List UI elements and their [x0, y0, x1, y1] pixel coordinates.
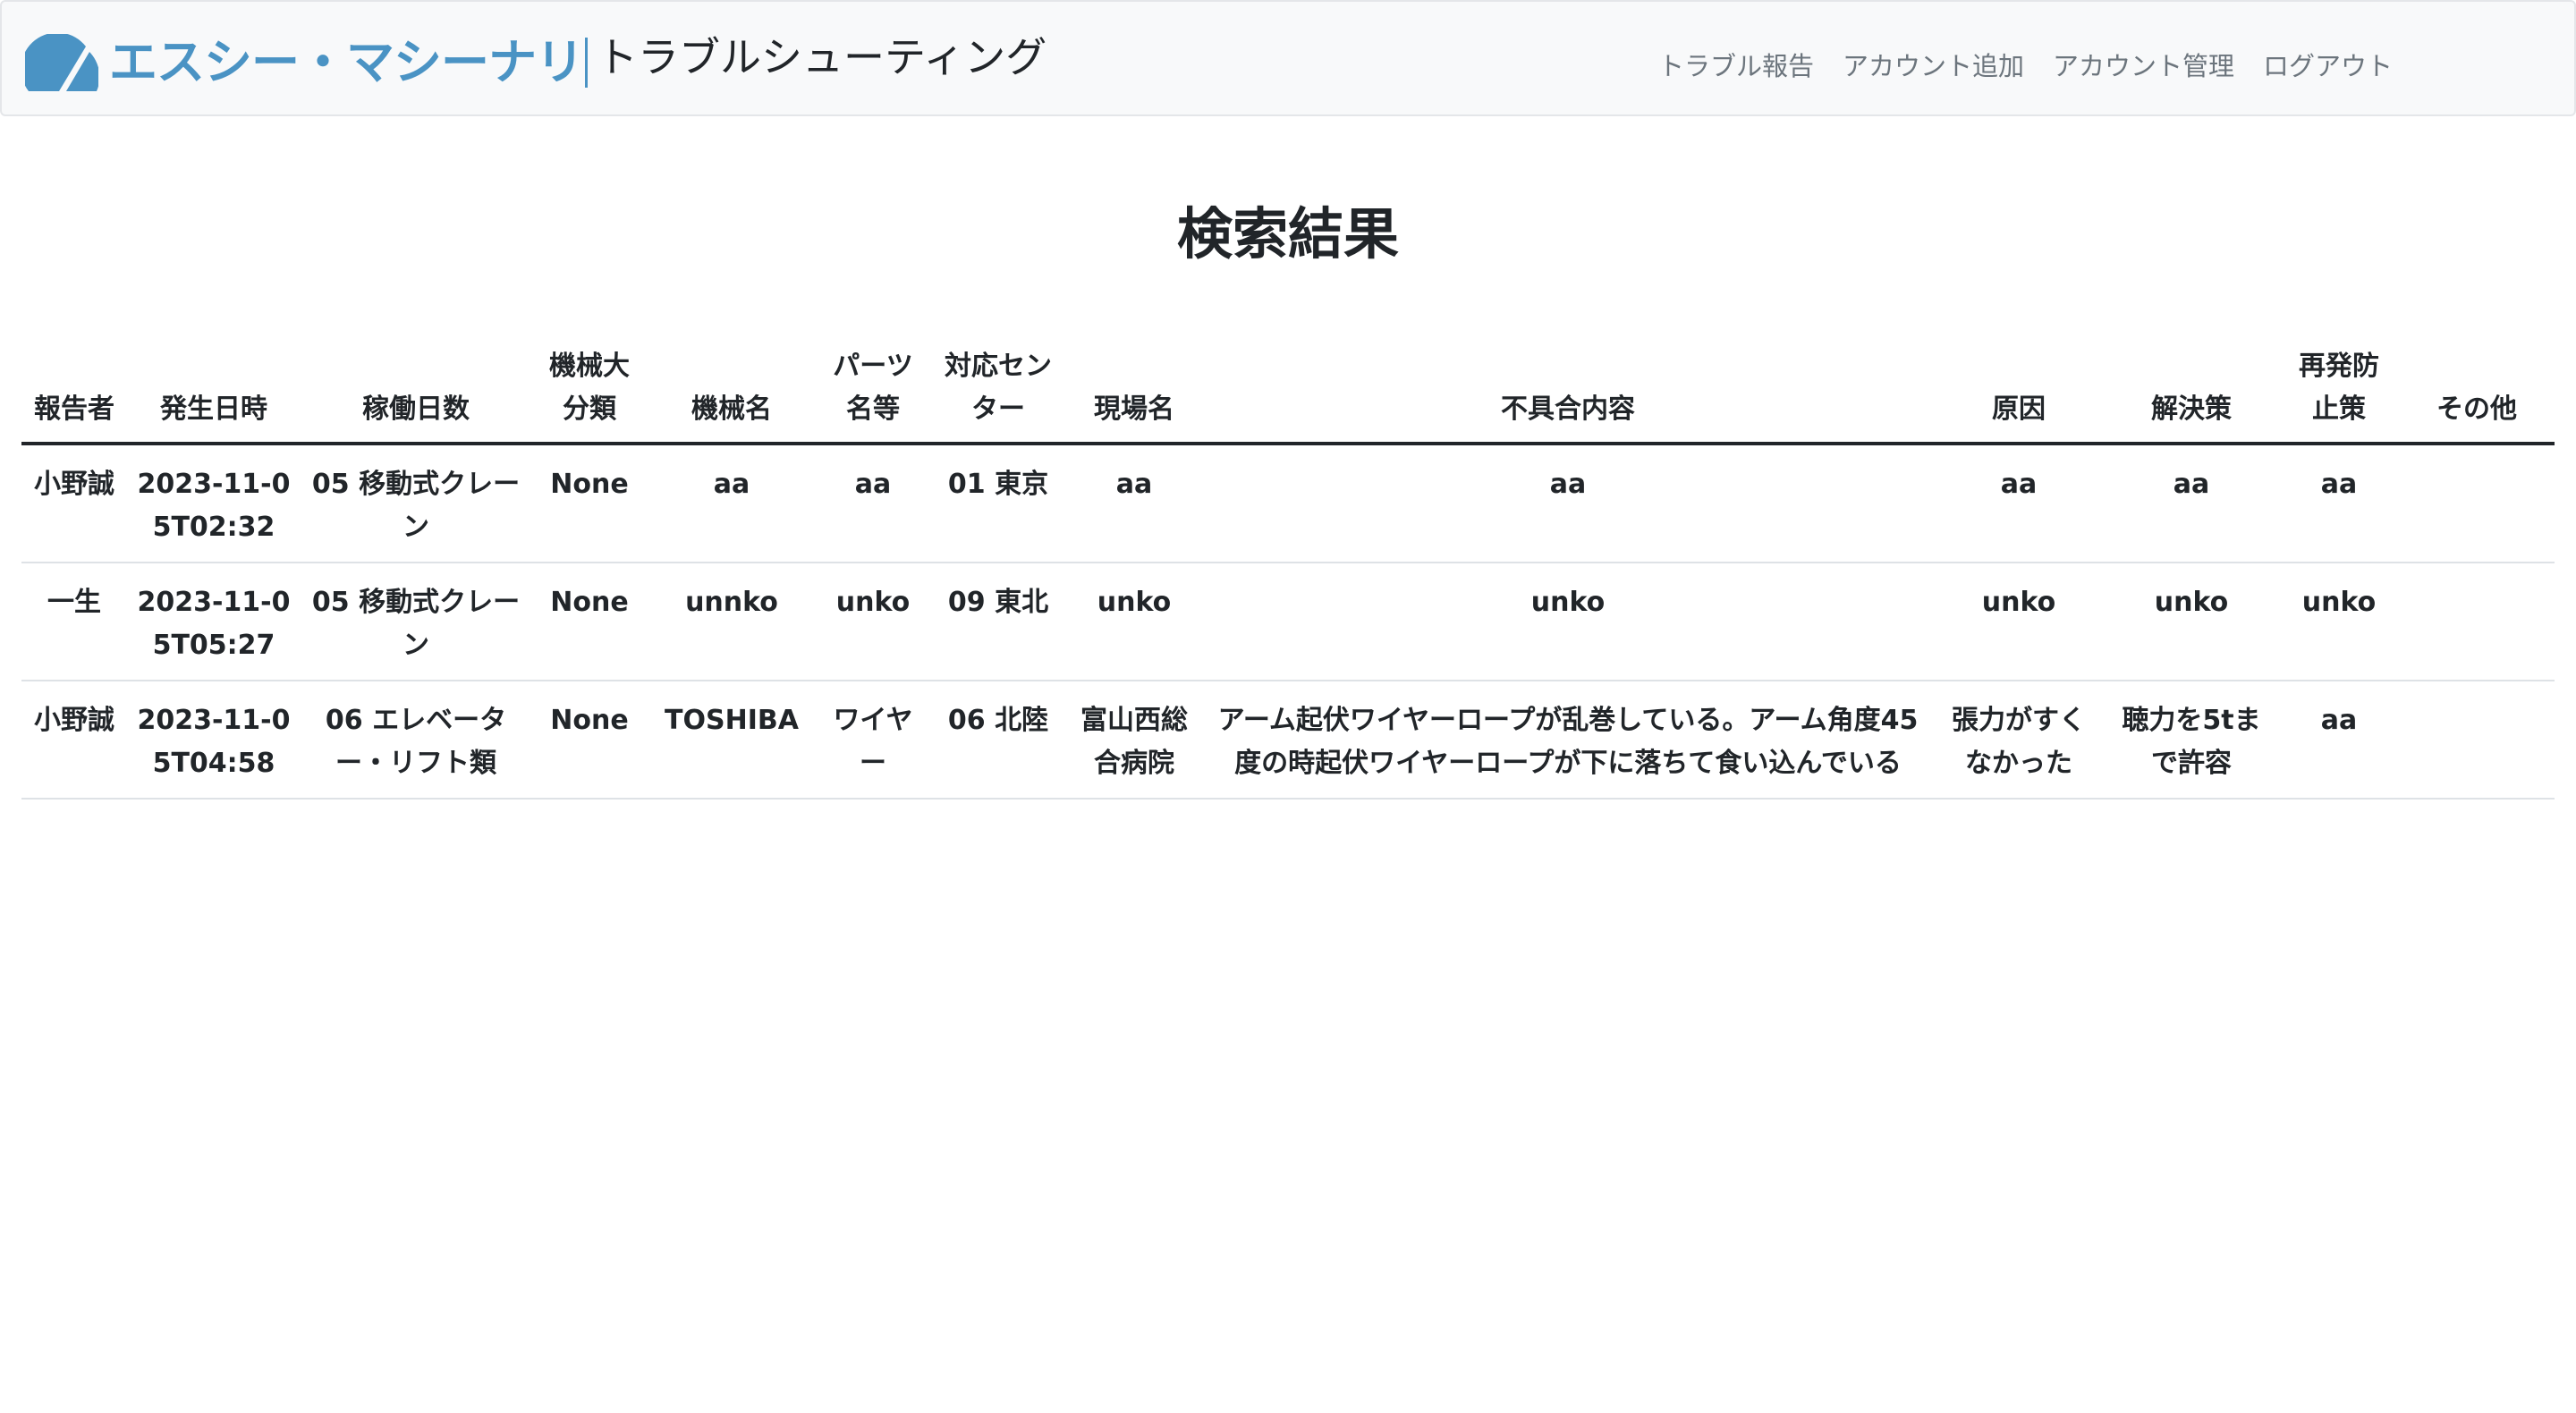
cell-reporter: 小野誠	[21, 444, 127, 563]
cell-machine-name: TOSHIBA	[648, 681, 816, 800]
cell-site-name: unko	[1066, 563, 1202, 681]
nav-links: トラブル報告 アカウント追加 アカウント管理 ログアウト	[1658, 48, 2393, 84]
brand-divider	[585, 38, 588, 88]
cell-defect-details: aa	[1202, 444, 1934, 563]
cell-operating-days: 06 エレベーター・リフト類	[301, 681, 531, 800]
cell-cause: aa	[1934, 444, 2104, 563]
cell-site-name: 富山西総合病院	[1066, 681, 1202, 800]
cell-reporter: 一生	[21, 563, 127, 681]
cell-reporter: 小野誠	[21, 681, 127, 800]
cell-site-name: aa	[1066, 444, 1202, 563]
cell-other	[2399, 563, 2555, 681]
header-operating-days: 稼働日数	[301, 338, 531, 445]
app-title: トラブルシューティング	[597, 33, 1047, 81]
cell-part-name: ワイヤー	[816, 681, 930, 800]
cell-machine-name: unnko	[648, 563, 816, 681]
table-row: 一生 2023-11-05T05:27 05 移動式クレーン None unnk…	[21, 563, 2555, 681]
cell-machine-category: None	[531, 563, 648, 681]
search-results-table: 報告者 発生日時 稼働日数 機械大分類 機械名 パーツ名等 対応センター 現場名…	[21, 338, 2555, 800]
cell-prevention: unko	[2279, 563, 2399, 681]
table-header-row: 報告者 発生日時 稼働日数 機械大分類 機械名 パーツ名等 対応センター 現場名…	[21, 338, 2555, 445]
header-reporter: 報告者	[21, 338, 127, 445]
cell-other	[2399, 444, 2555, 563]
cell-support-center: 09 東北	[930, 563, 1066, 681]
nav-link-trouble-report[interactable]: トラブル報告	[1658, 48, 1814, 84]
cell-other	[2399, 681, 2555, 800]
header-prevention: 再発防止策	[2279, 338, 2399, 445]
header-occurred-at: 発生日時	[127, 338, 301, 445]
nav-link-logout[interactable]: ログアウト	[2263, 48, 2393, 84]
cell-cause: 張力がすくなかった	[1934, 681, 2104, 800]
cell-solution: unko	[2104, 563, 2279, 681]
cell-part-name: aa	[816, 444, 930, 563]
cell-part-name: unko	[816, 563, 930, 681]
header-defect-details: 不具合内容	[1202, 338, 1934, 445]
brand-logo-icon	[25, 34, 98, 91]
cell-occurred-at: 2023-11-05T04:58	[127, 681, 301, 800]
header-solution: 解決策	[2104, 338, 2279, 445]
cell-operating-days: 05 移動式クレーン	[301, 444, 531, 563]
table-row: 小野誠 2023-11-05T04:58 06 エレベーター・リフト類 None…	[21, 681, 2555, 800]
cell-occurred-at: 2023-11-05T05:27	[127, 563, 301, 681]
cell-defect-details: unko	[1202, 563, 1934, 681]
cell-machine-category: None	[531, 444, 648, 563]
cell-occurred-at: 2023-11-05T02:32	[127, 444, 301, 563]
cell-machine-category: None	[531, 681, 648, 800]
cell-cause: unko	[1934, 563, 2104, 681]
header-machine-category: 機械大分類	[531, 338, 648, 445]
header-site-name: 現場名	[1066, 338, 1202, 445]
header-support-center: 対応センター	[930, 338, 1066, 445]
top-navbar: エスシー・マシーナリ トラブルシューティング トラブル報告 アカウント追加 アカ…	[0, 0, 2576, 116]
page-title: 検索結果	[1176, 201, 1399, 267]
cell-solution: aa	[2104, 444, 2279, 563]
nav-link-add-account[interactable]: アカウント追加	[1843, 48, 2024, 84]
cell-operating-days: 05 移動式クレーン	[301, 563, 531, 681]
cell-defect-details: アーム起伏ワイヤーロープが乱巻している。アーム角度45度の時起伏ワイヤーロープが…	[1202, 681, 1934, 800]
cell-support-center: 01 東京	[930, 444, 1066, 563]
brand[interactable]: エスシー・マシーナリ トラブルシューティング	[25, 33, 1046, 91]
nav-link-manage-account[interactable]: アカウント管理	[2053, 48, 2234, 84]
header-machine-name: 機械名	[648, 338, 816, 445]
brand-logo-text: エスシー・マシーナリ	[109, 34, 584, 90]
cell-prevention: aa	[2279, 444, 2399, 563]
cell-prevention: aa	[2279, 681, 2399, 800]
header-part-name: パーツ名等	[816, 338, 930, 445]
cell-machine-name: aa	[648, 444, 816, 563]
header-other: その他	[2399, 338, 2555, 445]
table-row: 小野誠 2023-11-05T02:32 05 移動式クレーン None aa …	[21, 444, 2555, 563]
cell-solution: 聴力を5tまで許容	[2104, 681, 2279, 800]
cell-support-center: 06 北陸	[930, 681, 1066, 800]
header-cause: 原因	[1934, 338, 2104, 445]
